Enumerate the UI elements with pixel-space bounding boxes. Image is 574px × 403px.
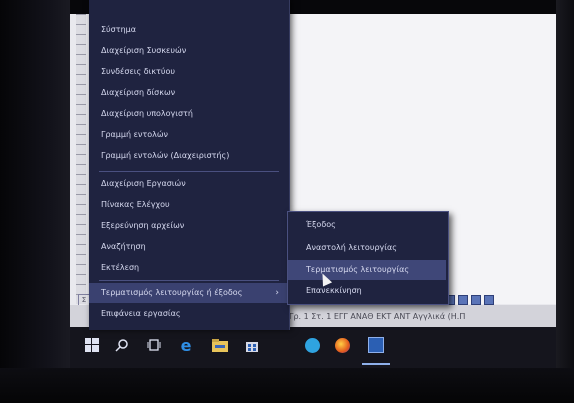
vertical-ruler	[76, 14, 86, 304]
status-text: Γρ. 1 Στ. 1 ΕΓΓ ΑΝΑΘ ΕΚΤ ΑΝΤ Αγγλικά (Η.…	[289, 312, 466, 321]
menu-item-network-connections[interactable]: Συνδέσεις δικτύου	[89, 62, 289, 82]
menu-item-computer-management[interactable]: Διαχείριση υπολογιστή	[89, 104, 289, 124]
submenu-item-sleep[interactable]: Αναστολή λειτουργίας	[288, 238, 446, 258]
menu-item-search[interactable]: Αναζήτηση	[89, 237, 289, 257]
monitor-bezel-right	[556, 0, 574, 403]
menu-item-shutdown-or-sign-out[interactable]: Τερματισμός λειτουργίας ή έξοδος ›	[89, 283, 289, 303]
view-buttons	[445, 295, 494, 307]
shutdown-submenu: Έξοδος Αναστολή λειτουργίας Τερματισμός …	[287, 211, 449, 305]
zoom-icon[interactable]	[484, 295, 494, 305]
monitor-bezel-bottom	[0, 368, 574, 403]
word-icon[interactable]	[366, 335, 386, 355]
store-icon[interactable]	[242, 335, 262, 355]
menu-item-label: Τερματισμός λειτουργίας ή έξοδος	[101, 288, 243, 297]
menu-item-file-explorer[interactable]: Εξερεύνηση αρχείων	[89, 216, 289, 236]
monitor-bezel-left	[0, 0, 70, 403]
file-explorer-icon[interactable]	[210, 335, 230, 355]
taskbar: e	[70, 327, 556, 368]
menu-separator	[99, 171, 279, 172]
windows-logo-icon[interactable]	[82, 335, 102, 355]
submenu-item-restart[interactable]: Επανεκκίνηση	[288, 281, 446, 301]
edge-icon[interactable]: e	[176, 335, 196, 355]
active-app-indicator	[362, 363, 390, 365]
menu-item-run[interactable]: Εκτέλεση	[89, 258, 289, 278]
submenu-item-shut-down[interactable]: Τερματισμός λειτουργίας	[288, 260, 446, 280]
menu-item-disk-management[interactable]: Διαχείριση δίσκων	[89, 83, 289, 103]
task-view-icon[interactable]	[144, 335, 164, 355]
submenu-item-sign-out[interactable]: Έξοδος	[288, 215, 446, 235]
menu-separator	[99, 280, 279, 281]
search-icon[interactable]	[112, 335, 132, 355]
chevron-right-icon: ›	[275, 288, 279, 298]
menu-item-desktop[interactable]: Επιφάνεια εργασίας	[89, 304, 289, 324]
firefox-icon[interactable]	[332, 335, 352, 355]
menu-item-task-manager[interactable]: Διαχείριση Εργασιών	[89, 174, 289, 194]
menu-item-command-prompt[interactable]: Γραμμή εντολών	[89, 125, 289, 145]
menu-item-control-panel[interactable]: Πίνακας Ελέγχου	[89, 195, 289, 215]
menu-item-device-manager[interactable]: Διαχείριση Συσκευών	[89, 41, 289, 61]
menu-item-system[interactable]: Σύστημα	[89, 20, 289, 40]
menu-item-command-prompt-admin[interactable]: Γραμμή εντολών (Διαχειριστής)	[89, 146, 289, 166]
outline-icon[interactable]	[471, 295, 481, 305]
skype-icon[interactable]	[302, 335, 322, 355]
power-user-menu: Σύστημα Διαχείριση Συσκευών Συνδέσεις δι…	[89, 0, 290, 330]
web-layout-icon[interactable]	[458, 295, 468, 305]
